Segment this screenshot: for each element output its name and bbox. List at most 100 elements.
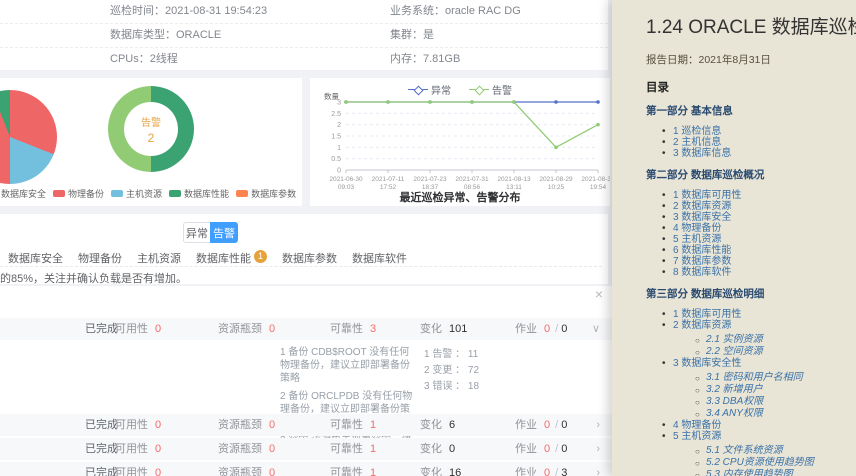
toc-link[interactable]: 1 巡检信息 [662,126,856,137]
legend-item[interactable]: 数据库参数 [236,187,296,200]
toc-link[interactable]: 2 数据库资源 [662,201,856,212]
cell-label: 可用性 [115,443,148,455]
toc-link[interactable]: 5 主机资源 [662,234,856,245]
legend-label: 数据库性能 [184,187,229,200]
cell-label: 可靠性 [330,443,363,455]
inspection-row-detail: 1 备份 CDB$ROOT 没有任何物理备份，建议立即部署备份策略2 备份 OR… [0,340,612,412]
legend-item[interactable]: 主机资源 [111,187,162,200]
row-cell: 可用性0 [115,438,163,460]
info-row: 数据库类型：ORACLE集群：是 [0,24,608,48]
legend-item[interactable]: 数据库性能 [169,187,229,200]
cell-value: 101 [449,323,467,335]
category-tab[interactable]: 数据库安全 [8,250,63,266]
toc-sublink[interactable]: 5.3 内存使用趋势图 [695,469,856,476]
toc-link[interactable]: 6 数据库性能 [662,245,856,256]
inspection-row-header[interactable]: 已完成可用性0资源瓶颈0可靠性1变化6作业0/0› [0,414,612,436]
info-field: 业务系统：oracle RAC DG [390,0,521,23]
row-cell: 资源瓶颈0 [218,414,277,436]
toc-link[interactable]: 3 数据库安全性 [662,358,856,369]
toc-sublink[interactable]: 2.2 空间资源 [695,346,856,357]
cell-label: 作业 [515,443,537,455]
row-cell: 变化101 [420,318,469,340]
x-tick-label: 2021-08-13 [497,176,531,183]
cell-value: 0 [155,467,161,476]
system-info-card: 巡检时间：2021-08-31 19:54:23业务系统：oracle RAC … [0,0,608,70]
cell-label: 作业 [515,467,537,476]
toc-link[interactable]: 1 数据库可用性 [662,309,856,320]
row-cell: 可用性0 [115,462,163,476]
toc-sublink[interactable]: 3.2 新增用户 [695,384,856,395]
donut-center-value: 2 [148,131,155,145]
cell-value: 1 [370,467,376,476]
toc-link[interactable]: 1 数据库可用性 [662,190,856,201]
data-point [596,100,600,104]
inspection-row-header[interactable]: 已完成可用性0资源瓶颈0可靠性1变化16作业0/3› [0,462,612,476]
cell-value: 6 [449,419,455,431]
tab-label: 数据库软件 [352,250,407,266]
legend-swatch [236,190,248,197]
data-point [554,146,558,150]
toc-link[interactable]: 3 数据库信息 [662,148,856,159]
toc-link[interactable]: 8 数据库软件 [662,267,856,278]
tab-label: 数据库安全 [8,250,63,266]
y-tick-label: 2.5 [331,111,341,118]
toc-link[interactable]: 4 物理备份 [662,420,856,431]
inspection-row-header[interactable]: 已完成可用性0资源瓶颈0可靠性3变化101作业0/0∨ [0,318,612,340]
y-tick-label: 2 [337,122,341,129]
cell-value: / [555,323,558,335]
toc-sublink[interactable]: 3.1 密码和用户名相同 [695,372,856,383]
cell-label: 可用性 [115,323,148,335]
toc-sublink[interactable]: 3.4 ANY权限 [695,408,856,419]
toc-link[interactable]: 2 主机信息 [662,137,856,148]
cell-value: 已完成 [85,323,118,335]
legend-item[interactable]: 物理备份 [53,187,104,200]
cell-value: 已完成 [85,443,118,455]
category-tab[interactable]: 数据库性能1 [196,250,267,266]
legend-item[interactable]: 数据库安全 [0,187,46,200]
count-item: 3 错误 ： 18 [424,379,479,394]
toc-sublink[interactable]: 3.3 DBA权限 [695,396,856,407]
tab-label: 数据库性能 [196,250,251,266]
count-list: 1 告警 ： 112 变更 ： 723 错误 ： 18 [424,347,479,395]
inspection-row: 已完成可用性0资源瓶颈0可靠性1变化16作业0/3› [0,462,612,476]
row-cell: 资源瓶颈0 [218,318,277,340]
inspection-row: 已完成可用性0资源瓶颈0可靠性1变化0作业0/0› [0,438,612,460]
toc-list: 1 数据库可用性2 数据库资源 2.1 实例资源2.2 空间资源3 数据库安全性 3… [646,309,856,476]
inspection-result-list-card: × 已完成可用性0资源瓶颈0可靠性3变化101作业0/0∨1 备份 CDB$RO… [0,286,612,476]
cell-value: 0 [449,443,455,455]
toc-sublink[interactable]: 2.1 实例资源 [695,334,856,345]
row-cell: 作业0/0 [515,414,569,436]
toggle-button[interactable]: 异常 [183,222,211,243]
dashboard-panel: 巡检时间：2021-08-31 19:54:23业务系统：oracle RAC … [0,0,612,476]
toc-link[interactable]: 2 数据库资源 [662,320,856,331]
cell-value: / [555,467,558,476]
legend-label: 数据库安全 [1,187,46,200]
report-date: 报告日期：2021年8月31日 [646,52,856,67]
close-icon[interactable]: × [595,287,603,301]
alert-message-text: 的85%，关注并确认负载是否有增加。 [0,270,187,284]
toc-sublink[interactable]: 5.1 文件系统资源 [695,445,856,456]
cell-value: 1 [370,443,376,455]
data-point [512,100,516,104]
category-tab[interactable]: 物理备份 [78,250,122,266]
row-cell: 资源瓶颈0 [218,438,277,460]
inspection-row-header[interactable]: 已完成可用性0资源瓶颈0可靠性1变化0作业0/0› [0,438,612,460]
inspection-rows: 已完成可用性0资源瓶颈0可靠性3变化101作业0/0∨1 备份 CDB$ROOT… [0,318,612,476]
cell-value: 3 [561,467,567,476]
donut-center-label: 告警 [141,114,161,129]
category-tab[interactable]: 数据库软件 [352,250,407,266]
report-title: 1.24 ORACLE 数据库巡检报告 [646,12,856,39]
toggle-button[interactable]: 告警 [210,222,238,243]
toc-sublink[interactable]: 5.2 CPU资源使用趋势图 [695,457,856,468]
pie-legend: 数据库安全物理备份主机资源数据库性能数据库参数数据库软件 [0,187,302,200]
toc-link[interactable]: 3 数据库安全 [662,212,856,223]
info-row: 巡检时间：2021-08-31 19:54:23业务系统：oracle RAC … [0,0,608,24]
legend-swatch [111,190,123,197]
toc-link[interactable]: 4 物理备份 [662,223,856,234]
cell-label: 资源瓶颈 [218,419,262,431]
category-tab[interactable]: 主机资源 [137,250,181,266]
toc-link[interactable]: 5 主机资源 [662,431,856,442]
category-tab[interactable]: 数据库参数 [282,250,337,266]
cell-value: 0 [561,419,567,431]
toc-link[interactable]: 7 数据库参数 [662,256,856,267]
